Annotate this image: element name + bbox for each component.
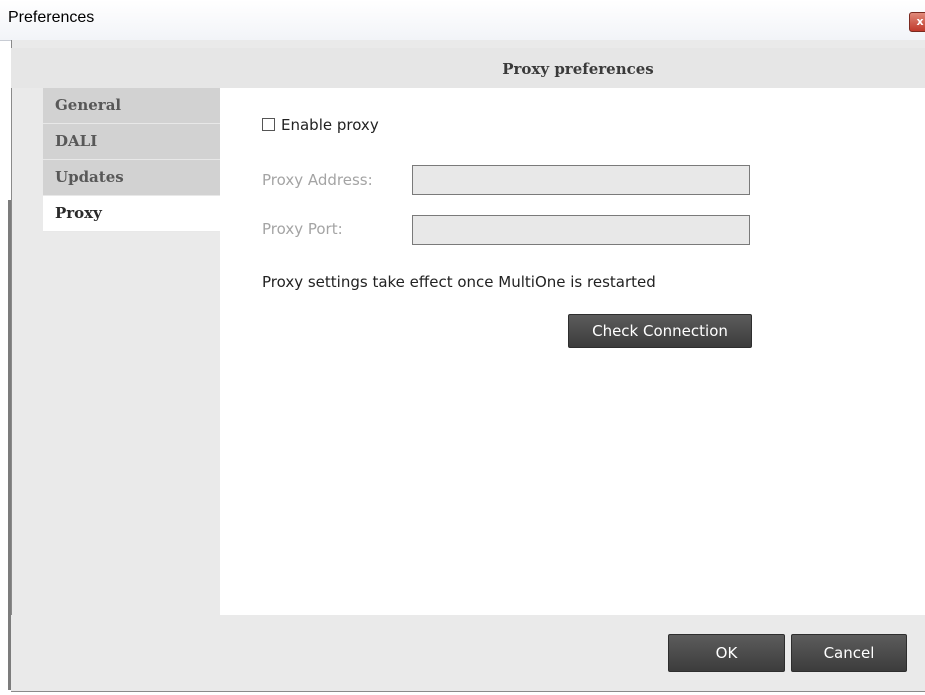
sidebar-item-dali[interactable]: DALI bbox=[43, 124, 220, 160]
enable-proxy-checkbox[interactable] bbox=[262, 118, 275, 131]
section-header: Proxy preferences bbox=[11, 48, 925, 88]
check-connection-button[interactable]: Check Connection bbox=[568, 314, 752, 348]
close-icon[interactable]: x bbox=[909, 12, 925, 32]
enable-proxy-row[interactable]: Enable proxy bbox=[262, 116, 379, 134]
window-title: Preferences bbox=[8, 9, 95, 26]
proxy-panel: Enable proxy Proxy Address: Proxy Port: … bbox=[220, 88, 925, 615]
preferences-sidebar: General DALI Updates Proxy bbox=[43, 88, 220, 232]
dialog-footer bbox=[11, 615, 925, 691]
cancel-button[interactable]: Cancel bbox=[791, 634, 907, 672]
restart-note: Proxy settings take effect once MultiOne… bbox=[262, 273, 656, 291]
sidebar-item-proxy[interactable]: Proxy bbox=[43, 196, 220, 232]
proxy-address-input[interactable] bbox=[412, 165, 750, 195]
proxy-address-label: Proxy Address: bbox=[262, 171, 373, 189]
sidebar-item-general[interactable]: General bbox=[43, 88, 220, 124]
sidebar-item-updates[interactable]: Updates bbox=[43, 160, 220, 196]
preferences-window: Preferences x Proxy preferences General … bbox=[0, 0, 925, 695]
section-title: Proxy preferences bbox=[502, 60, 654, 78]
ok-button[interactable]: OK bbox=[668, 634, 785, 672]
proxy-port-input[interactable] bbox=[412, 215, 750, 245]
title-bar[interactable]: Preferences x bbox=[0, 0, 925, 41]
proxy-port-label: Proxy Port: bbox=[262, 220, 343, 238]
enable-proxy-label: Enable proxy bbox=[281, 116, 379, 134]
